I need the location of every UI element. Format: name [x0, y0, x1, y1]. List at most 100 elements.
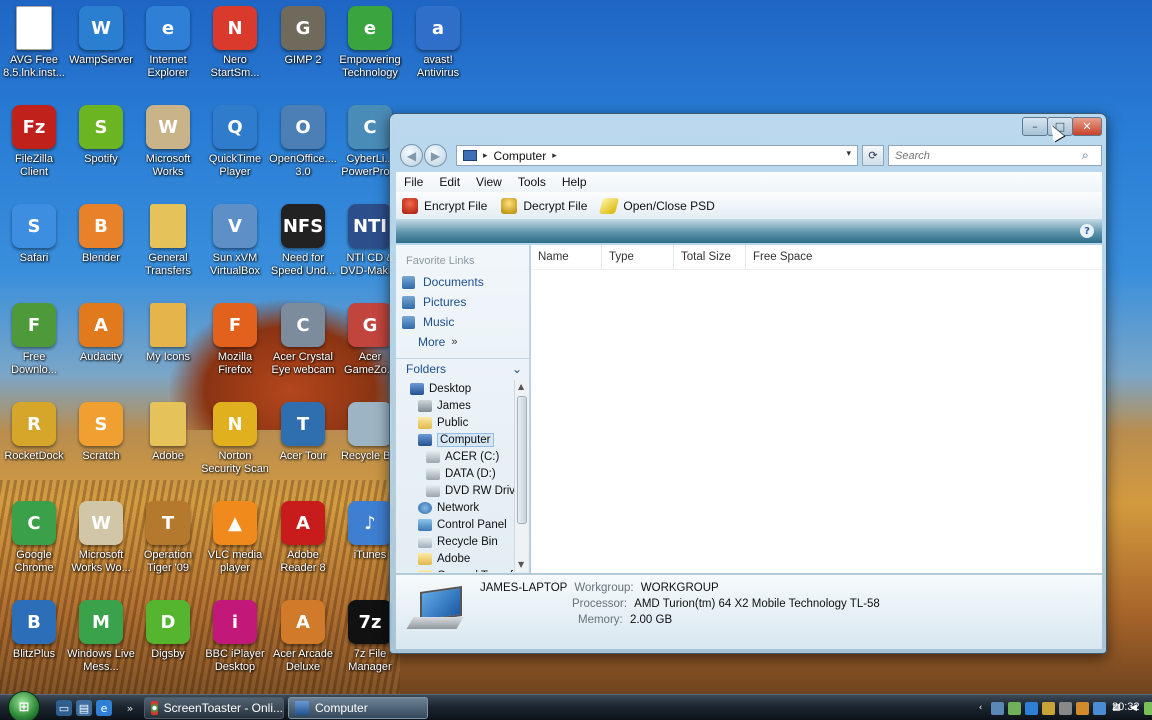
desktop-icon[interactable]: B Blender — [67, 200, 135, 292]
menu-edit[interactable]: Edit — [431, 175, 468, 189]
close-button[interactable]: ✕ — [1072, 117, 1102, 136]
desktop-icon[interactable]: S Scratch — [67, 398, 135, 490]
desktop-icon[interactable]: R RocketDock — [0, 398, 68, 490]
battery-icon[interactable] — [1144, 701, 1152, 715]
help-icon[interactable]: ? — [1080, 224, 1094, 238]
tree-item[interactable]: DVD RW Driv — [426, 482, 514, 499]
desktop-icon[interactable]: Fz FileZilla Client — [0, 101, 68, 193]
show-desktop-icon[interactable]: ▭ — [56, 700, 72, 716]
desktop-icon[interactable]: F Mozilla Firefox — [201, 299, 269, 391]
desktop-icon[interactable]: My Icons — [134, 299, 202, 391]
tray-ie-icon[interactable] — [1025, 701, 1038, 715]
search-input[interactable] — [888, 145, 1102, 166]
scroll-down-icon[interactable]: ▼ — [518, 560, 524, 569]
window-titlebar[interactable]: – □ ✕ — [390, 114, 1106, 144]
refresh-button[interactable]: ⟳ — [862, 145, 884, 166]
desktop-icon[interactable]: C Google Chrome — [0, 497, 68, 589]
desktop-icon[interactable]: W Microsoft Works — [134, 101, 202, 193]
tree-item[interactable]: General Transf — [418, 567, 513, 572]
tree-item[interactable]: James — [418, 397, 471, 414]
back-button[interactable]: ◀ — [400, 144, 423, 167]
taskbar-item-computer[interactable]: Computer — [288, 697, 428, 719]
open-close-psd-button[interactable]: Open/Close PSD — [599, 197, 715, 214]
desktop-icon[interactable]: N Norton Security Scan — [201, 398, 269, 490]
column-name[interactable]: Name — [531, 245, 602, 269]
tray-app-icon[interactable] — [1093, 701, 1106, 715]
desktop-icon[interactable]: S Safari — [0, 200, 68, 292]
desktop-icon[interactable]: e Internet Explorer — [134, 2, 202, 94]
switch-windows-icon[interactable]: ▤ — [76, 700, 92, 716]
desktop-icon[interactable]: Q QuickTime Player — [201, 101, 269, 193]
desktop-icon[interactable]: C Acer Crystal Eye webcam — [269, 299, 337, 391]
tree-item[interactable]: Network — [418, 499, 479, 516]
minimize-button[interactable]: – — [1022, 117, 1048, 136]
tray-expand-icon[interactable]: ‹ — [974, 702, 987, 715]
favorite-link-documents[interactable]: Documents — [402, 273, 484, 291]
tree-item[interactable]: Recycle Bin — [418, 533, 498, 550]
desktop-icon[interactable]: F Free Downlo... — [0, 299, 68, 391]
menu-view[interactable]: View — [468, 175, 510, 189]
desktop-icon[interactable]: NFS Need for Speed Und... — [269, 200, 337, 292]
desktop-icon[interactable]: D Digsby — [134, 596, 202, 688]
desktop-icon[interactable]: T Operation Tiger '09 — [134, 497, 202, 589]
desktop-icon[interactable]: a avast! Antivirus — [404, 2, 472, 94]
more-links[interactable]: More » — [418, 333, 457, 351]
encrypt-file-button[interactable]: Encrypt File — [402, 197, 487, 214]
tray-app-icon[interactable] — [991, 701, 1004, 715]
tray-app-icon[interactable] — [1008, 701, 1021, 715]
column-free-space[interactable]: Free Space — [746, 245, 826, 269]
search-icon[interactable]: ⌕ — [1082, 148, 1089, 163]
scroll-up-icon[interactable]: ▲ — [518, 382, 524, 391]
tree-item[interactable]: Control Panel — [418, 516, 507, 533]
tree-scrollbar[interactable]: ▲ ▼ — [514, 380, 528, 572]
menu-tools[interactable]: Tools — [510, 175, 554, 189]
tree-item[interactable]: ACER (C:) — [426, 448, 499, 465]
tray-security-icon[interactable] — [1042, 701, 1055, 715]
desktop-icon[interactable]: M Windows Live Mess... — [67, 596, 135, 688]
start-button[interactable]: ⊞ — [8, 691, 40, 720]
internet-explorer-icon[interactable]: e — [96, 700, 112, 716]
desktop-icon[interactable]: A Adobe Reader 8 — [269, 497, 337, 589]
tree-item[interactable]: Desktop — [410, 380, 471, 397]
desktop-icon[interactable]: e Empowering Technology — [336, 2, 404, 94]
scrollbar-thumb[interactable] — [517, 396, 527, 524]
address-dropdown-icon[interactable]: ▾ — [846, 149, 851, 159]
tree-item[interactable]: DATA (D:) — [426, 465, 496, 482]
file-list[interactable]: Name Type Total Size Free Space — [531, 245, 1102, 573]
desktop-icon[interactable]: Adobe — [134, 398, 202, 490]
desktop-icon[interactable]: G GIMP 2 — [269, 2, 337, 94]
favorite-link-pictures[interactable]: Pictures — [402, 293, 466, 311]
breadcrumb-separator[interactable]: ▸ — [483, 151, 488, 161]
forward-button[interactable]: ▶ — [424, 144, 447, 167]
breadcrumb-computer[interactable]: Computer — [494, 149, 547, 163]
column-total-size[interactable]: Total Size — [674, 245, 746, 269]
desktop-icon[interactable]: i BBC iPlayer Desktop — [201, 596, 269, 688]
desktop-icon[interactable]: T Acer Tour — [269, 398, 337, 490]
desktop-icon[interactable]: A Audacity — [67, 299, 135, 391]
menu-help[interactable]: Help — [554, 175, 595, 189]
tree-item[interactable]: Adobe — [418, 550, 470, 567]
tree-item[interactable]: Public — [418, 414, 468, 431]
desktop-icon[interactable]: A Acer Arcade Deluxe — [269, 596, 337, 688]
breadcrumb-separator-icon[interactable]: ▸ — [552, 151, 557, 161]
desktop-icon[interactable]: O OpenOffice.... 3.0 — [269, 101, 337, 193]
decrypt-file-button[interactable]: Decrypt File — [501, 197, 587, 214]
desktop-icon[interactable]: V Sun xVM VirtualBox — [201, 200, 269, 292]
desktop-icon[interactable]: S Spotify — [67, 101, 135, 193]
quicklaunch-overflow-icon[interactable]: » — [122, 700, 138, 716]
desktop-icon[interactable]: General Transfers — [134, 200, 202, 292]
folders-header[interactable]: Folders ⌄ — [396, 358, 530, 378]
desktop-icon[interactable]: B BlitzPlus — [0, 596, 68, 688]
desktop-icon[interactable]: W Microsoft Works Wo... — [67, 497, 135, 589]
menu-file[interactable]: File — [396, 175, 431, 189]
clock[interactable]: 20:32 — [1112, 701, 1140, 713]
desktop-icon[interactable]: N Nero StartSm... — [201, 2, 269, 94]
desktop-icon[interactable]: W WampServer — [67, 2, 135, 94]
tray-app-icon[interactable] — [1059, 701, 1072, 715]
taskbar-item-screentoaster[interactable]: ScreenToaster - Onli... — [144, 697, 284, 719]
tray-app-icon[interactable] — [1076, 701, 1089, 715]
desktop-icon[interactable]: AVG Free 8.5.lnk.inst... — [0, 2, 68, 94]
address-field[interactable]: ▸ Computer ▸ ▾ — [456, 145, 858, 166]
tree-item[interactable]: Computer — [418, 431, 494, 448]
column-type[interactable]: Type — [602, 245, 674, 269]
